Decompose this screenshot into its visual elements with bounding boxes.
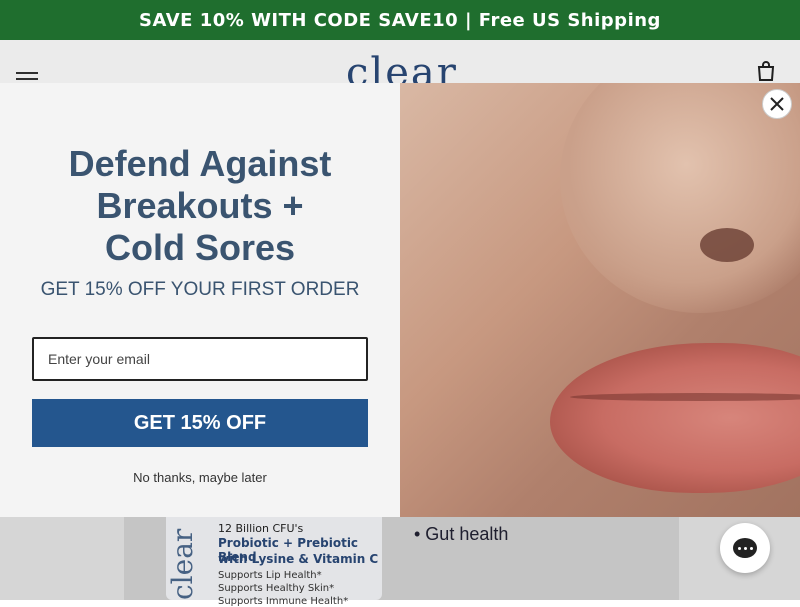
announcement-bar: SAVE 10% WITH CODE SAVE10 | Free US Ship… [0,0,800,40]
popup-lips-photo [400,83,800,517]
announcement-text: SAVE 10% WITH CODE SAVE10 | Free US Ship… [139,9,661,31]
headline-line: Cold Sores [104,227,296,268]
lips-shape [550,343,800,493]
close-icon[interactable] [762,89,792,119]
popup-form-panel: Defend Against Breakouts + Cold Sores GE… [0,83,400,517]
nostril-shape [700,228,754,262]
headline-line: Breakouts + [96,185,304,226]
chat-bubble-icon[interactable] [720,523,770,573]
headline-line: Defend Against [68,143,332,184]
email-input[interactable] [32,337,368,381]
popup-subheadline: GET 15% OFF YOUR FIRST ORDER [40,279,360,300]
decline-link[interactable]: No thanks, maybe later [0,470,400,485]
email-popup: Defend Against Breakouts + Cold Sores GE… [0,83,800,517]
get-discount-button[interactable]: GET 15% OFF [32,399,368,447]
nose-shape [560,83,800,313]
popup-headline: Defend Against Breakouts + Cold Sores [0,143,400,269]
